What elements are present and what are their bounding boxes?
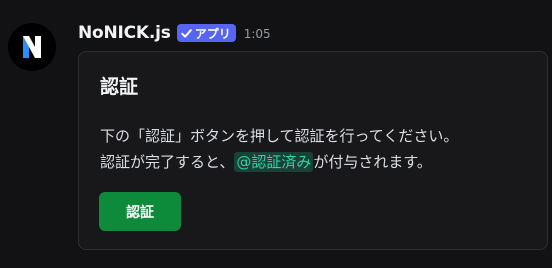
nonick-logo-icon	[8, 23, 56, 71]
author-name[interactable]: NoNICK.js	[78, 23, 171, 43]
verification-embed: 認証 下の「認証」ボタンを押して認証を行ってください。 認証が完了すると、 @認証…	[78, 51, 548, 250]
verified-check-icon	[180, 28, 192, 38]
chat-message: NoNICK.js アプリ 1:05 認証 下の「認証」ボタンを押して認証を行っ…	[0, 0, 552, 268]
app-badge: アプリ	[176, 24, 236, 42]
embed-description: 下の「認証」ボタンを押して認証を行ってください。 認証が完了すると、 @認証済みが…	[100, 123, 540, 175]
verify-button[interactable]: 認証	[99, 192, 181, 231]
message-timestamp[interactable]: 1:05	[244, 27, 271, 41]
role-mention[interactable]: @認証済み	[234, 152, 314, 172]
embed-description-text-before: 認証が完了すると、	[100, 153, 235, 171]
author-avatar[interactable]	[8, 23, 56, 71]
app-badge-label: アプリ	[194, 26, 231, 41]
embed-description-text-after: が付与されます。	[313, 153, 432, 171]
embed-description-line-1: 下の「認証」ボタンを押して認証を行ってください。	[100, 127, 459, 145]
embed-title: 認証	[100, 76, 139, 98]
embed-description-line-2: 認証が完了すると、 @認証済み が付与されます。	[100, 149, 540, 175]
message-header: NoNICK.js アプリ 1:05	[78, 21, 271, 45]
